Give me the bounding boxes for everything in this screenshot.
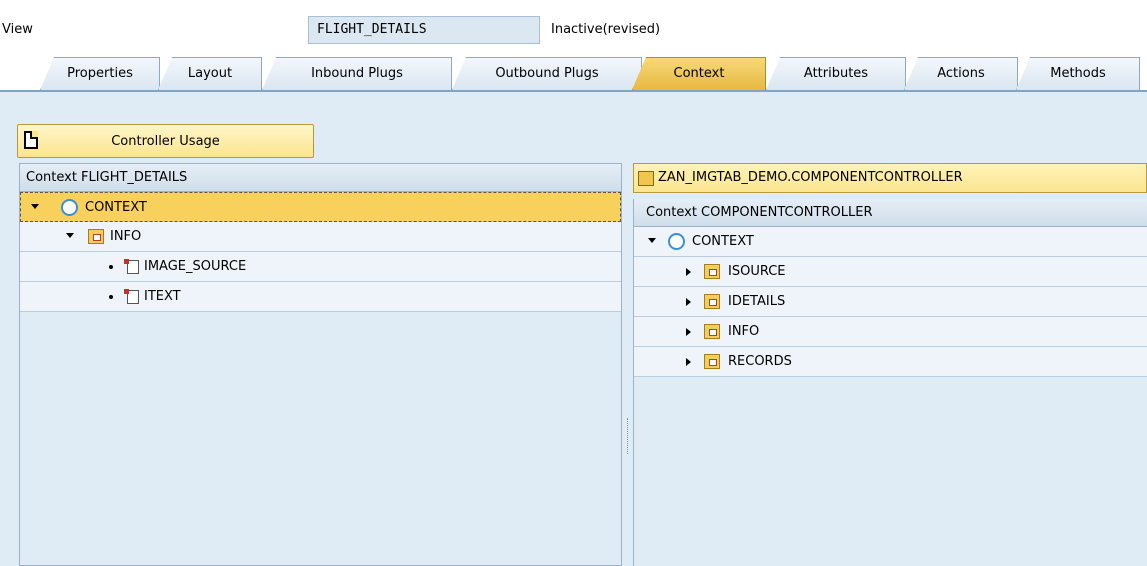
controller-title: ZAN_IMGTAB_DEMO.COMPONENTCONTROLLER xyxy=(658,170,963,185)
view-label: View xyxy=(2,22,33,37)
tree-label-itext: ITEXT xyxy=(144,289,181,304)
view-header: View FLIGHT_DETAILS Inactive(revised) xyxy=(0,0,1147,46)
expand-arrow-icon[interactable] xyxy=(686,358,691,366)
component-controller-icon xyxy=(638,171,654,186)
context-node-icon xyxy=(668,233,685,250)
controller-usage-button[interactable]: Controller Usage xyxy=(17,124,314,158)
tree-row-records[interactable]: RECORDS xyxy=(634,347,1147,377)
tree-label-info: INFO xyxy=(728,324,760,339)
tab-context[interactable]: Context xyxy=(632,57,766,90)
tree-row-isource[interactable]: ISOURCE xyxy=(634,257,1147,287)
collapse-arrow-icon[interactable] xyxy=(66,233,74,238)
view-name-field[interactable]: FLIGHT_DETAILS xyxy=(308,16,540,44)
collapse-arrow-icon[interactable] xyxy=(31,204,39,209)
tree-row-image-source[interactable]: IMAGE_SOURCE xyxy=(20,252,621,282)
tree-row-context[interactable]: CONTEXT xyxy=(634,227,1147,257)
tab-attributes[interactable]: Attributes xyxy=(766,57,906,90)
tab-layout[interactable]: Layout xyxy=(158,57,262,90)
bullet-icon xyxy=(109,265,113,269)
context-node-folder-icon xyxy=(88,229,104,244)
tree-label-records: RECORDS xyxy=(728,354,792,369)
expand-arrow-icon[interactable] xyxy=(686,268,691,276)
tree-label-context: CONTEXT xyxy=(85,200,147,215)
attribute-icon xyxy=(124,259,139,274)
context-node-folder-icon xyxy=(704,354,720,369)
tree-row-itext[interactable]: ITEXT xyxy=(20,282,621,312)
component-context-title: Context COMPONENTCONTROLLER xyxy=(634,199,1147,227)
attribute-icon xyxy=(124,289,139,304)
tree-row-info[interactable]: INFO xyxy=(20,222,621,252)
context-node-folder-icon xyxy=(704,294,720,309)
controller-usage-label: Controller Usage xyxy=(111,134,220,149)
tree-label-idetails: IDETAILS xyxy=(728,294,786,309)
tree-label-image-source: IMAGE_SOURCE xyxy=(144,259,247,274)
tab-outbound-plugs[interactable]: Outbound Plugs xyxy=(452,57,642,90)
bullet-icon xyxy=(109,295,113,299)
status-text: Inactive(revised) xyxy=(551,22,661,37)
view-context-panel: Context FLIGHT_DETAILS CONTEXT INFO IMAG… xyxy=(19,163,622,566)
tree-label-isource: ISOURCE xyxy=(728,264,786,279)
collapse-arrow-icon[interactable] xyxy=(648,238,656,243)
document-icon xyxy=(24,131,38,149)
splitter-handle[interactable] xyxy=(627,418,630,454)
expand-arrow-icon[interactable] xyxy=(686,298,691,306)
tree-row-info[interactable]: INFO xyxy=(634,317,1147,347)
tab-strip: Properties Layout Inbound Plugs Outbound… xyxy=(0,46,1147,92)
tab-methods[interactable]: Methods xyxy=(1016,57,1140,90)
tab-properties[interactable]: Properties xyxy=(40,57,160,90)
tab-inbound-plugs[interactable]: Inbound Plugs xyxy=(262,57,452,90)
view-context-title: Context FLIGHT_DETAILS xyxy=(20,164,621,192)
tree-row-context[interactable]: CONTEXT xyxy=(20,192,621,222)
controller-title-bar[interactable]: ZAN_IMGTAB_DEMO.COMPONENTCONTROLLER xyxy=(633,163,1147,193)
context-node-folder-icon xyxy=(704,264,720,279)
tree-label-info: INFO xyxy=(110,229,142,244)
component-context-panel: Context COMPONENTCONTROLLER CONTEXT ISOU… xyxy=(633,199,1147,566)
context-node-icon xyxy=(61,199,78,216)
tree-label-context: CONTEXT xyxy=(692,234,754,249)
expand-arrow-icon[interactable] xyxy=(686,328,691,336)
tree-row-idetails[interactable]: IDETAILS xyxy=(634,287,1147,317)
context-node-folder-icon xyxy=(704,324,720,339)
tab-actions[interactable]: Actions xyxy=(904,57,1018,90)
